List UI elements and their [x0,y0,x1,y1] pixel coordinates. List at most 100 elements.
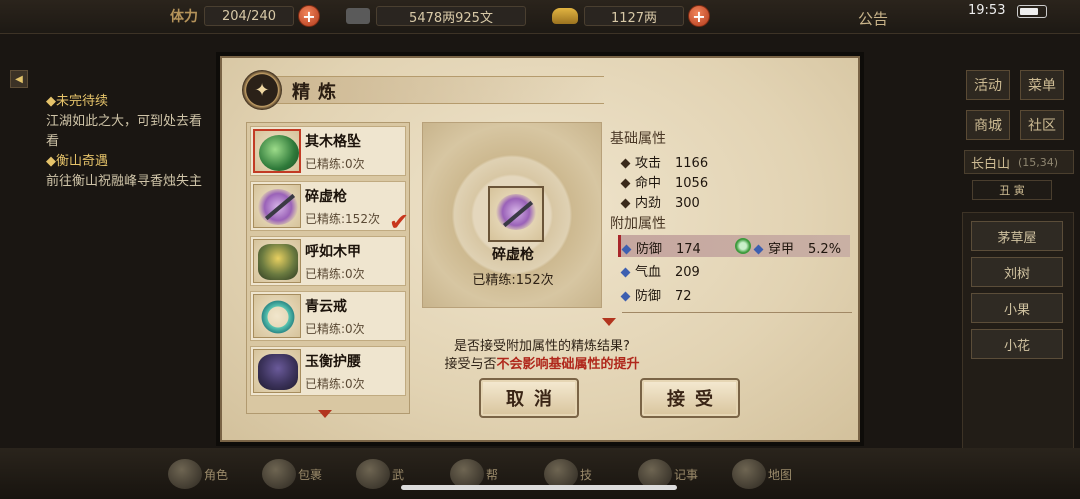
attr-name: 气血 [635,265,662,280]
location-name: 长白山 [971,156,1011,172]
shop-button[interactable]: 商城 [966,110,1010,140]
quest-item[interactable]: ◆衡山奇遇 前往衡山祝融峰寻香烛失主 [46,152,206,192]
confirm-note: 接受与否不会影响基础属性的提升 [222,353,862,372]
nav-character[interactable]: 角色 [168,456,228,492]
quest-title: ◆衡山奇遇 [46,154,108,169]
checkmark-icon: ✔ [389,208,410,236]
extra-attr-row: 防御 72 [620,285,692,304]
base-attributes-title: 基础属性 [610,131,666,147]
stamina-value: 204/240 [204,6,294,26]
list-item[interactable]: 呼如木甲 已精练:0次 [250,236,406,286]
item-name: 呼如木甲 [305,244,361,260]
community-button[interactable]: 社区 [1020,110,1064,140]
item-preview: 碎虚枪 已精练:152次 [422,122,602,308]
attr-value: 1056 [675,176,709,191]
new-attr: 穿甲 5.2% [753,238,842,257]
note-text: 接受与否 [444,357,497,372]
add-stamina-button[interactable]: + [298,5,320,27]
extra-attr-row: 防御 174 [621,238,701,257]
attr-value: 5.2% [808,242,842,257]
bag-icon [262,459,296,489]
menu-button[interactable]: 菜单 [1020,70,1064,100]
nav-label: 帮 [486,467,499,482]
collapse-arrow-icon[interactable]: ◀ [10,70,28,88]
attr-value: 300 [675,196,700,211]
add-gold-button[interactable]: + [688,5,710,27]
nav-bag[interactable]: 包裹 [262,456,322,492]
stamina-label: 体力 [170,9,198,25]
list-item[interactable]: 其木格坠 已精练:0次 [250,126,406,176]
item-refine-count: 已精练:152次 [305,212,380,226]
nav-map[interactable]: 地图 [732,456,792,492]
activity-button[interactable]: 活动 [966,70,1010,100]
gold-stat: 1127两 + [552,5,710,27]
scroll-down-arrow-icon[interactable] [318,410,332,418]
nav-label: 武 [392,467,405,482]
item-refine-count: 已精练:0次 [305,267,365,281]
item-refine-count: 已精练:0次 [305,377,365,391]
base-attr-row: 内劲 300 [620,192,700,211]
quest-desc: 江湖如此之大，可到处去看看 [46,114,203,149]
gold-value: 1127两 [584,6,684,26]
attr-name: 内劲 [635,196,662,211]
refine-emblem-icon: ✦ [242,70,282,110]
chevron-down-icon [602,318,616,326]
npc-item[interactable]: 刘树 [971,257,1063,287]
preview-item-name: 碎虚枪 [492,247,534,263]
npc-item[interactable]: 茅草屋 [971,221,1063,251]
quest-desc: 前往衡山祝融峰寻香烛失主 [46,174,203,189]
refine-dialog: ✦ 精炼 其木格坠 已精练:0次 碎虚枪 已精练:152次 ✔ 呼如木甲 已精练… [220,56,860,442]
divider [622,312,852,313]
nav-label: 包裹 [297,467,322,482]
bottom-nav: 角色 包裹 武 帮 技 记事 地图 [0,448,1080,499]
attr-value: 174 [676,242,701,257]
top-bar: 体力 204/240 + 5478两925文 1127两 + 公告 19:53 [0,0,1080,34]
attr-value: 209 [675,265,700,280]
time-slot: 丑 寅 [972,180,1052,200]
attr-name: 穿甲 [768,242,795,257]
note-highlight: 不会影响基础属性的提升 [496,357,640,372]
base-attr-row: 命中 1056 [620,172,709,191]
quest-item[interactable]: ◆未完待续 江湖如此之大，可到处去看看 [46,92,206,152]
accept-button[interactable]: 接受 [640,378,740,418]
list-item[interactable]: 青云戒 已精练:0次 [250,291,406,341]
quest-list: ◆未完待续 江湖如此之大，可到处去看看 ◆衡山奇遇 前往衡山祝融峰寻香烛失主 [46,92,206,192]
gold-ingot-icon [552,8,578,24]
coin-stat: 5478两925文 [346,5,526,27]
home-indicator[interactable] [401,485,677,490]
notice-button[interactable]: 公告 [858,8,888,29]
pendant-icon [253,129,301,173]
npc-item[interactable]: 小果 [971,293,1063,323]
item-name: 青云戒 [305,299,347,315]
spear-icon [488,186,544,242]
quest-title: ◆未完待续 [46,94,108,109]
character-icon [168,459,202,489]
attr-value: 1166 [675,156,709,171]
stamina-stat: 体力 204/240 + [170,5,320,27]
nav-label: 记事 [673,467,698,482]
item-name: 碎虚枪 [305,189,347,205]
nav-label: 地图 [767,467,792,482]
martial-icon [356,459,390,489]
location-coords: (15,34) [1018,155,1059,169]
attr-value: 72 [675,289,692,304]
list-item[interactable]: 碎虚枪 已精练:152次 ✔ [250,181,409,236]
attr-name: 防御 [636,242,663,257]
coin-value: 5478两925文 [376,6,526,26]
armor-icon [253,239,301,283]
extra-attr-row: 气血 209 [620,261,700,280]
nav-label: 角色 [203,467,228,482]
location-label: 长白山 (15,34) [964,150,1074,174]
refined-attr-row: 防御 174 穿甲 5.2% [618,235,850,257]
spear-icon [253,184,301,228]
item-name: 其木格坠 [305,134,361,150]
map-icon [732,459,766,489]
npc-panel: 茅草屋 刘树 小果 小花 [962,212,1074,452]
base-attr-row: 攻击 1166 [620,152,709,171]
cancel-button[interactable]: 取消 [479,378,579,418]
battery-icon [1017,5,1047,18]
npc-item[interactable]: 小花 [971,329,1063,359]
confirm-prompt: 是否接受附加属性的精炼结果? [454,339,630,354]
attr-name: 防御 [635,289,662,304]
extra-attributes-title: 附加属性 [610,216,666,232]
